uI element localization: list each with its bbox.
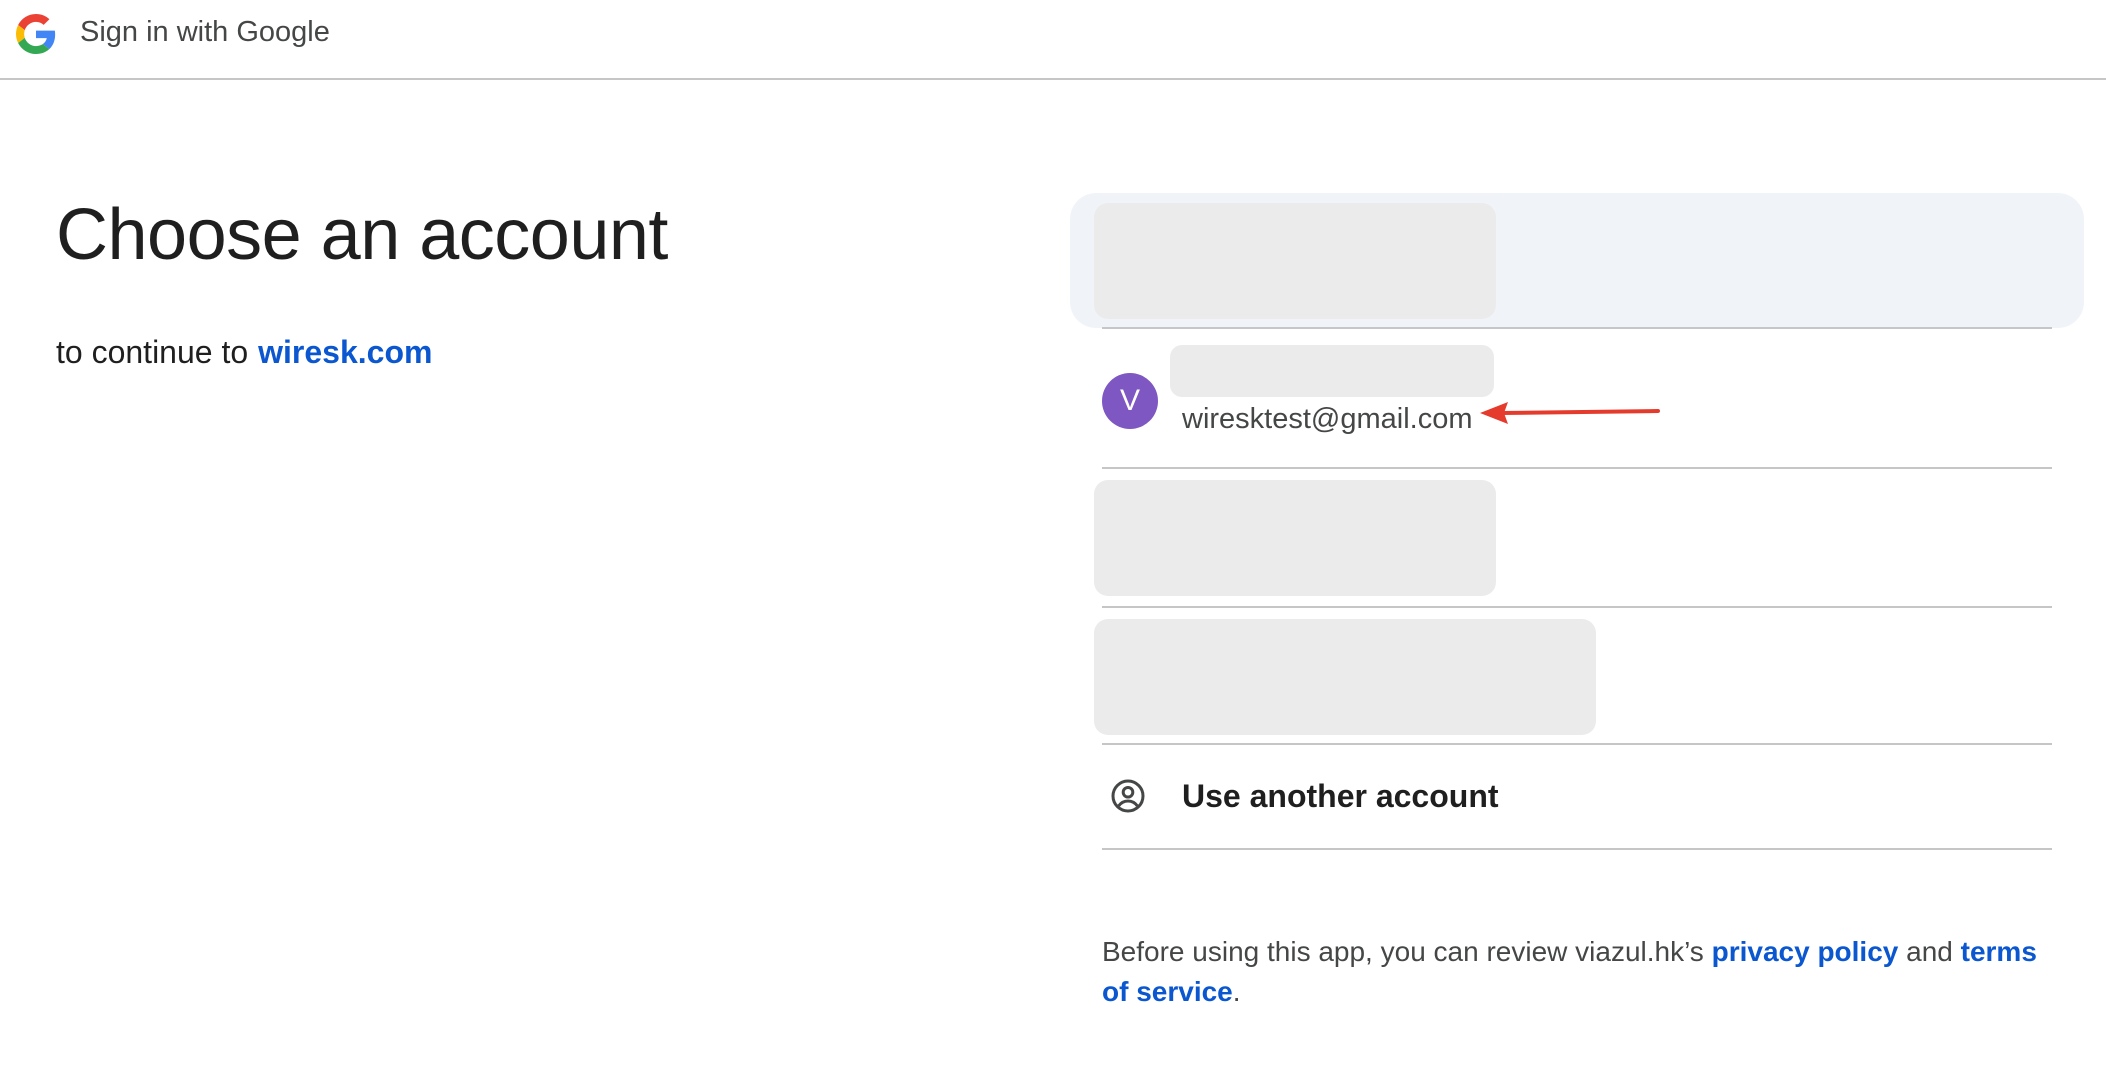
avatar: V (1102, 373, 1158, 429)
notice-and: and (1906, 936, 1953, 967)
account-circle-icon (1111, 779, 1145, 813)
divider (1102, 467, 2052, 469)
header-bar: Sign in with Google (0, 0, 2106, 80)
account-row-highlighted[interactable] (1070, 193, 2084, 328)
divider (1102, 743, 2052, 745)
redacted-account-block (1094, 203, 1496, 319)
continue-subtitle: to continue to wiresk.com (56, 332, 432, 372)
notice-text: Before using this app, you can review vi… (1102, 936, 1704, 967)
privacy-notice: Before using this app, you can review vi… (1102, 932, 2062, 1012)
notice-period: . (1232, 976, 1241, 1007)
google-g-icon (16, 14, 56, 54)
use-another-account-label: Use another account (1182, 778, 1499, 814)
account-email: wiresktest@gmail.com (1182, 403, 1473, 435)
privacy-policy-link[interactable]: privacy policy (1712, 936, 1899, 967)
header-title: Sign in with Google (80, 16, 330, 48)
divider (1102, 606, 2052, 608)
redacted-account-block (1094, 619, 1596, 735)
redacted-account-block (1094, 480, 1496, 596)
subtitle-prefix: to continue to (56, 334, 249, 370)
divider (1102, 848, 2052, 850)
annotation-arrow-icon (1480, 402, 1660, 424)
app-domain-link[interactable]: wiresk.com (258, 334, 432, 370)
redacted-name-block (1170, 345, 1494, 397)
divider (1102, 327, 2052, 329)
page: Sign in with Google Choose an account to… (0, 0, 2106, 1078)
page-title: Choose an account (56, 195, 668, 275)
